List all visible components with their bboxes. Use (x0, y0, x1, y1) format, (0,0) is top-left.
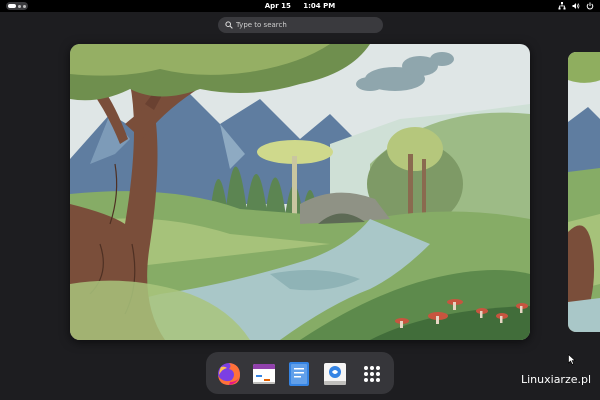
dock-item-calendar[interactable] (250, 360, 278, 388)
search-input[interactable] (236, 17, 376, 33)
volume-icon[interactable] (572, 2, 580, 10)
dock-item-show-apps[interactable] (358, 360, 386, 388)
clock-date[interactable]: Apr 15 (265, 2, 291, 10)
clock: Apr 15 1:04 PM (0, 0, 600, 12)
workspace-thumbnail[interactable] (70, 44, 530, 340)
calendar-icon (253, 364, 275, 384)
workspace-dot (18, 5, 21, 8)
dash-dock (206, 352, 394, 394)
system-tray[interactable] (558, 2, 594, 10)
dock-item-software[interactable] (321, 360, 349, 388)
landscape-wallpaper (70, 44, 530, 340)
top-bar: Apr 15 1:04 PM (0, 0, 600, 12)
search-bar[interactable] (218, 17, 383, 33)
software-icon (324, 363, 346, 385)
clock-time[interactable]: 1:04 PM (303, 2, 335, 10)
activities-button[interactable] (6, 2, 28, 10)
network-icon[interactable] (558, 2, 566, 10)
workspace-dot (23, 5, 26, 8)
firefox-icon (218, 363, 240, 385)
search-icon (225, 21, 233, 29)
power-icon[interactable] (586, 2, 594, 10)
dock-item-firefox[interactable] (215, 360, 243, 388)
dock-item-text-editor[interactable] (285, 360, 313, 388)
landscape-wallpaper (568, 52, 600, 332)
app-grid-icon (364, 366, 380, 382)
next-workspace-thumbnail[interactable] (568, 52, 600, 332)
text-editor-icon (289, 362, 309, 386)
watermark-text: Linuxiarze.pl (521, 373, 592, 386)
mouse-cursor-icon (568, 354, 576, 365)
active-workspace-indicator (8, 4, 16, 8)
